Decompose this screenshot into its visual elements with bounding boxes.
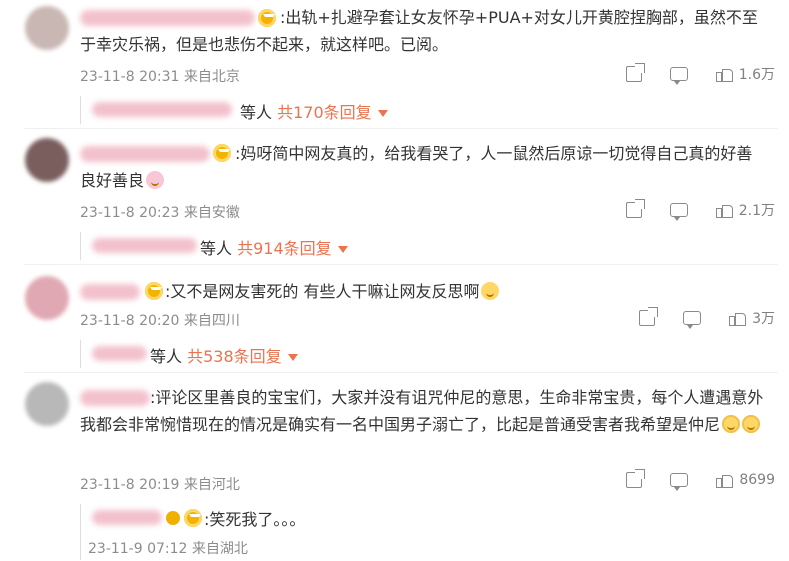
location: 来自北京 (183, 69, 240, 85)
comment-text: :妈呀简中网友真的，给我看哭了，人一鼠然后原谅一切觉得自己真的好善良好善良 (80, 144, 753, 190)
comment-meta: 23-11-8 20:20 来自四川 (80, 310, 240, 330)
reply-icon[interactable] (683, 311, 702, 329)
reply-usernames (92, 346, 147, 361)
reply-divider (80, 340, 81, 368)
location: 来自河北 (183, 477, 240, 493)
like-count: 1.6万 (738, 67, 775, 83)
verified-icon (166, 511, 180, 525)
reply-divider (80, 504, 81, 560)
timestamp: 23-11-9 07:12 (88, 541, 188, 557)
chevron-down-icon[interactable] (287, 354, 298, 361)
comment-1: :出轨+扎避孕套让女友怀孕+PUA+对女儿开黄腔捏胸部，虽然不至于幸灾乐祸，但是… (0, 0, 789, 126)
divider (24, 264, 778, 265)
comment-2: :妈呀简中网友真的，给我看哭了，人一鼠然后原谅一切觉得自己真的好善良好善良 23… (0, 132, 789, 262)
comment-actions: 1.6万 (625, 63, 775, 85)
comment-meta: 23-11-8 20:31 来自北京 (80, 66, 240, 86)
avatar[interactable] (25, 138, 69, 182)
divider (24, 128, 778, 129)
nested-reply: :笑死我了。。。 23-11-9 07:12 来自湖北 (80, 504, 770, 560)
comment-meta: 23-11-8 20:19 来自河北 (80, 474, 240, 494)
comment-text: :评论区里善良的宝宝们，大家并没有诅咒仲尼的意思，生命非常宝贵，每个人遭遇意外我… (80, 388, 764, 434)
replies-summary[interactable]: 等人 共914条回复 (80, 232, 770, 260)
reply-count[interactable]: 共914条回复 (237, 239, 332, 258)
avatar[interactable] (25, 6, 69, 50)
reply-usernames (92, 102, 232, 117)
reply-count[interactable]: 共538条回复 (187, 347, 282, 366)
divider (24, 372, 778, 373)
comment-text: :出轨+扎避孕套让女友怀孕+PUA+对女儿开黄腔捏胸部，虽然不至于幸灾乐祸，但是… (80, 8, 758, 54)
like-count: 2.1万 (738, 203, 775, 219)
like-button[interactable]: 1.6万 (715, 64, 775, 84)
comment-3: :又不是网友害死的 有些人干嘛让网友反思啊 23-11-8 20:20 来自四川… (0, 268, 789, 370)
share-icon[interactable] (625, 63, 645, 82)
like-button[interactable]: 2.1万 (715, 200, 775, 220)
emoji-icon (146, 171, 165, 189)
location: 来自湖北 (191, 541, 248, 557)
comment-actions: 8699 (626, 469, 775, 491)
reply-icon[interactable] (669, 67, 688, 85)
comment-4: :评论区里善良的宝宝们，大家并没有诅咒仲尼的意思，生命非常宝贵，每个人遭遇意外我… (0, 376, 789, 561)
crying-emoji-icon (722, 415, 741, 433)
chevron-down-icon[interactable] (337, 246, 348, 253)
avatar[interactable] (25, 382, 69, 426)
comment-text: :又不是网友害死的 有些人干嘛让网友反思啊 (80, 278, 764, 305)
reply-divider (80, 96, 81, 124)
location: 来自四川 (183, 313, 240, 329)
comment-actions: 2.1万 (625, 199, 775, 221)
timestamp: 23-11-8 20:31 (80, 69, 180, 85)
reply-username[interactable] (92, 510, 162, 525)
like-button[interactable]: 3万 (729, 308, 775, 328)
crying-emoji-icon (742, 415, 761, 433)
like-icon (715, 202, 734, 218)
reply-count[interactable]: 共170条回复 (277, 103, 372, 122)
replies-summary[interactable]: 等人 共538条回复 (80, 340, 770, 368)
timestamp: 23-11-8 20:20 (80, 313, 180, 329)
share-icon[interactable] (625, 199, 645, 218)
reply-text: :笑死我了。。。 (204, 510, 306, 529)
like-icon (715, 66, 734, 82)
location: 来自安徽 (183, 205, 240, 221)
reply-divider (80, 232, 81, 260)
like-icon (716, 472, 734, 488)
reply-icon[interactable] (670, 473, 689, 491)
like-count: 3万 (752, 311, 775, 327)
emoji-icon (481, 282, 500, 300)
reply-summary-text: 等人 共538条回复 (150, 343, 298, 367)
timestamp: 23-11-8 20:19 (80, 477, 180, 493)
share-icon[interactable] (626, 469, 646, 488)
reply-meta: 23-11-9 07:12 来自湖北 (88, 538, 248, 558)
like-icon (729, 310, 747, 326)
reply-usernames (92, 238, 197, 253)
like-button[interactable]: 8699 (716, 472, 775, 488)
reply-icon[interactable] (669, 203, 688, 221)
like-count: 8699 (739, 472, 775, 488)
replies-summary[interactable]: 等人 共170条回复 (80, 96, 770, 124)
avatar[interactable] (25, 276, 69, 320)
share-icon[interactable] (639, 307, 659, 326)
timestamp: 23-11-8 20:23 (80, 205, 180, 221)
comment-meta: 23-11-8 20:23 来自安徽 (80, 202, 240, 222)
crown-badge-icon (184, 509, 202, 527)
comment-actions: 3万 (639, 307, 775, 329)
chevron-down-icon[interactable] (377, 110, 388, 117)
reply-summary-text: 等人 共914条回复 (200, 235, 348, 259)
reply-summary-text: 等人 共170条回复 (240, 99, 388, 123)
